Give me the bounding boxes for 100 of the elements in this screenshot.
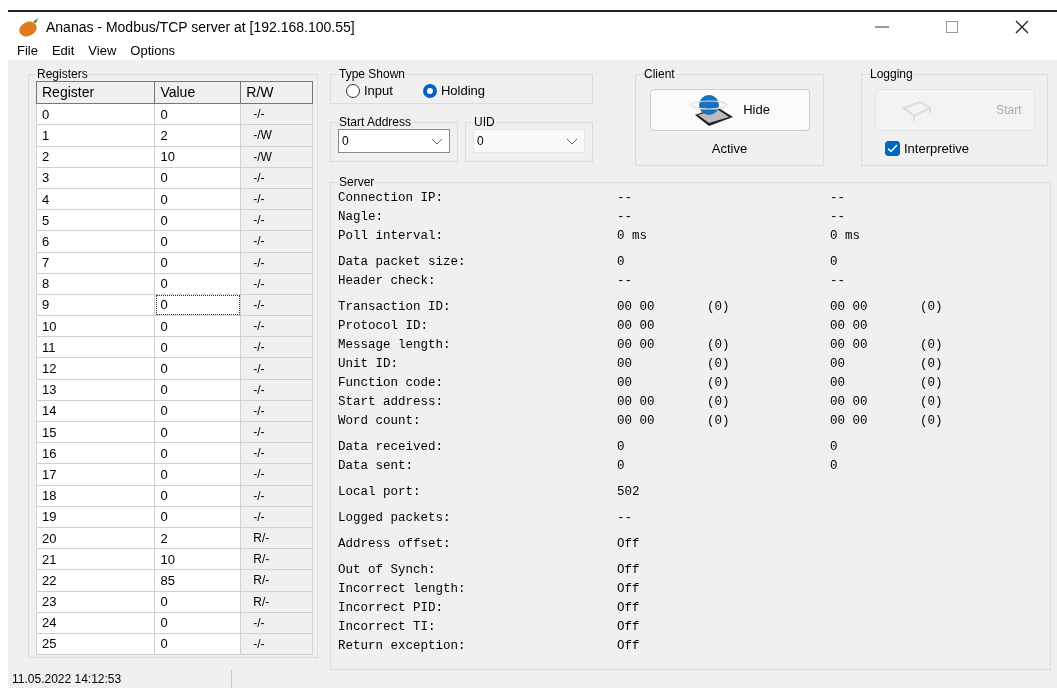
table-cell: 2 xyxy=(36,146,155,168)
table-cell[interactable]: 10 xyxy=(154,146,241,168)
table-cell[interactable]: 0 xyxy=(154,167,241,189)
field-value: 0 xyxy=(617,440,625,455)
group-title: Server xyxy=(338,176,376,190)
field-value: (0) xyxy=(920,395,943,410)
table-cell: 16 xyxy=(36,442,155,464)
group-title: Client xyxy=(643,68,676,82)
field-label: Header check: xyxy=(338,273,437,291)
field-value: 0 xyxy=(830,440,838,455)
field-label: Incorrect length: xyxy=(338,581,467,599)
field-label: Unit ID: xyxy=(338,356,399,374)
field-value: 0 xyxy=(617,255,625,270)
table-cell: 20 xyxy=(36,527,155,549)
table-cell: 4 xyxy=(36,188,155,210)
hide-button[interactable]: Hide xyxy=(649,89,810,132)
table-cell[interactable]: 0 xyxy=(154,379,241,401)
field-label: Connection IP: xyxy=(338,190,445,208)
field-value: (0) xyxy=(707,300,730,315)
field-label: Data received: xyxy=(338,439,445,457)
field-value: 00 xyxy=(830,357,845,372)
table-cell[interactable]: 0 xyxy=(154,485,241,507)
table-cell[interactable]: 0 xyxy=(154,463,241,486)
field-value: Off xyxy=(617,601,640,616)
group-title: Start Address xyxy=(338,116,413,130)
field-value: -- xyxy=(617,511,632,526)
table-cell[interactable]: 0 xyxy=(154,506,241,528)
table-cell[interactable]: 0 xyxy=(154,209,241,231)
field-value: Off xyxy=(617,620,640,635)
field-value: (0) xyxy=(707,395,730,410)
table-cell: 8 xyxy=(36,273,155,295)
check-icon xyxy=(887,144,898,154)
maximize-icon xyxy=(946,21,958,33)
field-value: 00 xyxy=(830,376,845,391)
field-value: 0 ms xyxy=(617,229,647,244)
table-cell: 21 xyxy=(36,548,155,570)
field-label: Word count: xyxy=(338,413,422,431)
table-cell: 25 xyxy=(36,633,155,655)
table-cell[interactable]: 0 xyxy=(154,442,241,464)
field-label: Out of Synch: xyxy=(338,562,437,580)
field-value: (0) xyxy=(707,338,730,353)
field-value: -- xyxy=(617,210,632,225)
radio-button[interactable]: Holding xyxy=(422,81,485,101)
field-label: Return exception: xyxy=(338,638,467,656)
column-header: Register xyxy=(36,81,155,104)
field-value: (0) xyxy=(707,414,730,429)
field-label: Incorrect PID: xyxy=(338,600,445,618)
uid-dropdown[interactable]: 0 xyxy=(473,129,585,154)
field-value: 0 xyxy=(830,255,838,270)
table-cell[interactable]: 0 xyxy=(154,315,241,337)
table-cell[interactable]: 0 xyxy=(154,591,241,613)
group-title: UID xyxy=(473,116,496,130)
table-cell: 17 xyxy=(36,463,155,486)
field-value: Off xyxy=(617,639,640,654)
field-value: 00 00 xyxy=(617,319,655,334)
chevron-down-icon xyxy=(566,137,578,145)
field-value: Off xyxy=(617,563,640,578)
table-cell[interactable]: 0 xyxy=(154,336,241,358)
group-title: Logging xyxy=(869,68,914,82)
table-cell[interactable]: 85 xyxy=(154,569,241,591)
field-value: -- xyxy=(830,191,845,206)
menu-item[interactable]: View xyxy=(81,42,124,60)
radio-button[interactable]: Input xyxy=(346,81,393,101)
table-cell[interactable]: 0 xyxy=(154,273,241,295)
field-value: 00 00 xyxy=(830,300,868,315)
window-title: Ananas - Modbus/TCP server at [192.168.100.55] xyxy=(46,17,356,37)
table-cell[interactable]: 0 xyxy=(154,103,241,125)
field-value: (0) xyxy=(920,414,943,429)
table-cell[interactable]: 0 xyxy=(154,400,241,422)
status-text: 11.05.2022 14:12:53 xyxy=(12,672,122,687)
table-cell: 7 xyxy=(36,252,155,274)
group-title: Type Shown xyxy=(338,68,407,82)
table-cell[interactable]: 2 xyxy=(154,527,241,549)
chevron-down-icon xyxy=(431,137,443,145)
table-cell[interactable]: 0 xyxy=(154,188,241,210)
field-label: Incorrect TI: xyxy=(338,619,437,637)
field-label: Data sent: xyxy=(338,458,414,476)
table-cell[interactable]: 0 xyxy=(154,633,241,655)
table-cell[interactable]: 0 xyxy=(154,294,241,316)
field-value: Off xyxy=(617,537,640,552)
table-cell[interactable]: 0 xyxy=(154,612,241,634)
field-value: -- xyxy=(830,274,845,289)
table-cell[interactable]: 10 xyxy=(154,548,241,570)
field-value: 00 00 xyxy=(830,319,868,334)
field-value: 00 xyxy=(617,357,632,372)
table-cell[interactable]: 0 xyxy=(154,357,241,380)
menu-item[interactable]: File xyxy=(10,42,45,60)
table-cell[interactable]: 0 xyxy=(154,252,241,274)
start-address-dropdown[interactable]: 0 xyxy=(338,129,450,154)
field-value: -- xyxy=(617,191,632,206)
menu-item[interactable]: Edit xyxy=(44,42,82,60)
table-cell[interactable]: 2 xyxy=(154,124,241,147)
group-title: Registers xyxy=(36,68,89,82)
column-header: R/W xyxy=(240,81,313,104)
client-status: Active xyxy=(710,140,749,159)
menu-item[interactable]: Options xyxy=(123,42,183,60)
table-cell[interactable]: 0 xyxy=(154,230,241,252)
field-value: 00 00 xyxy=(617,300,655,315)
field-label: Nagle: xyxy=(338,209,384,227)
table-cell[interactable]: 0 xyxy=(154,421,241,443)
